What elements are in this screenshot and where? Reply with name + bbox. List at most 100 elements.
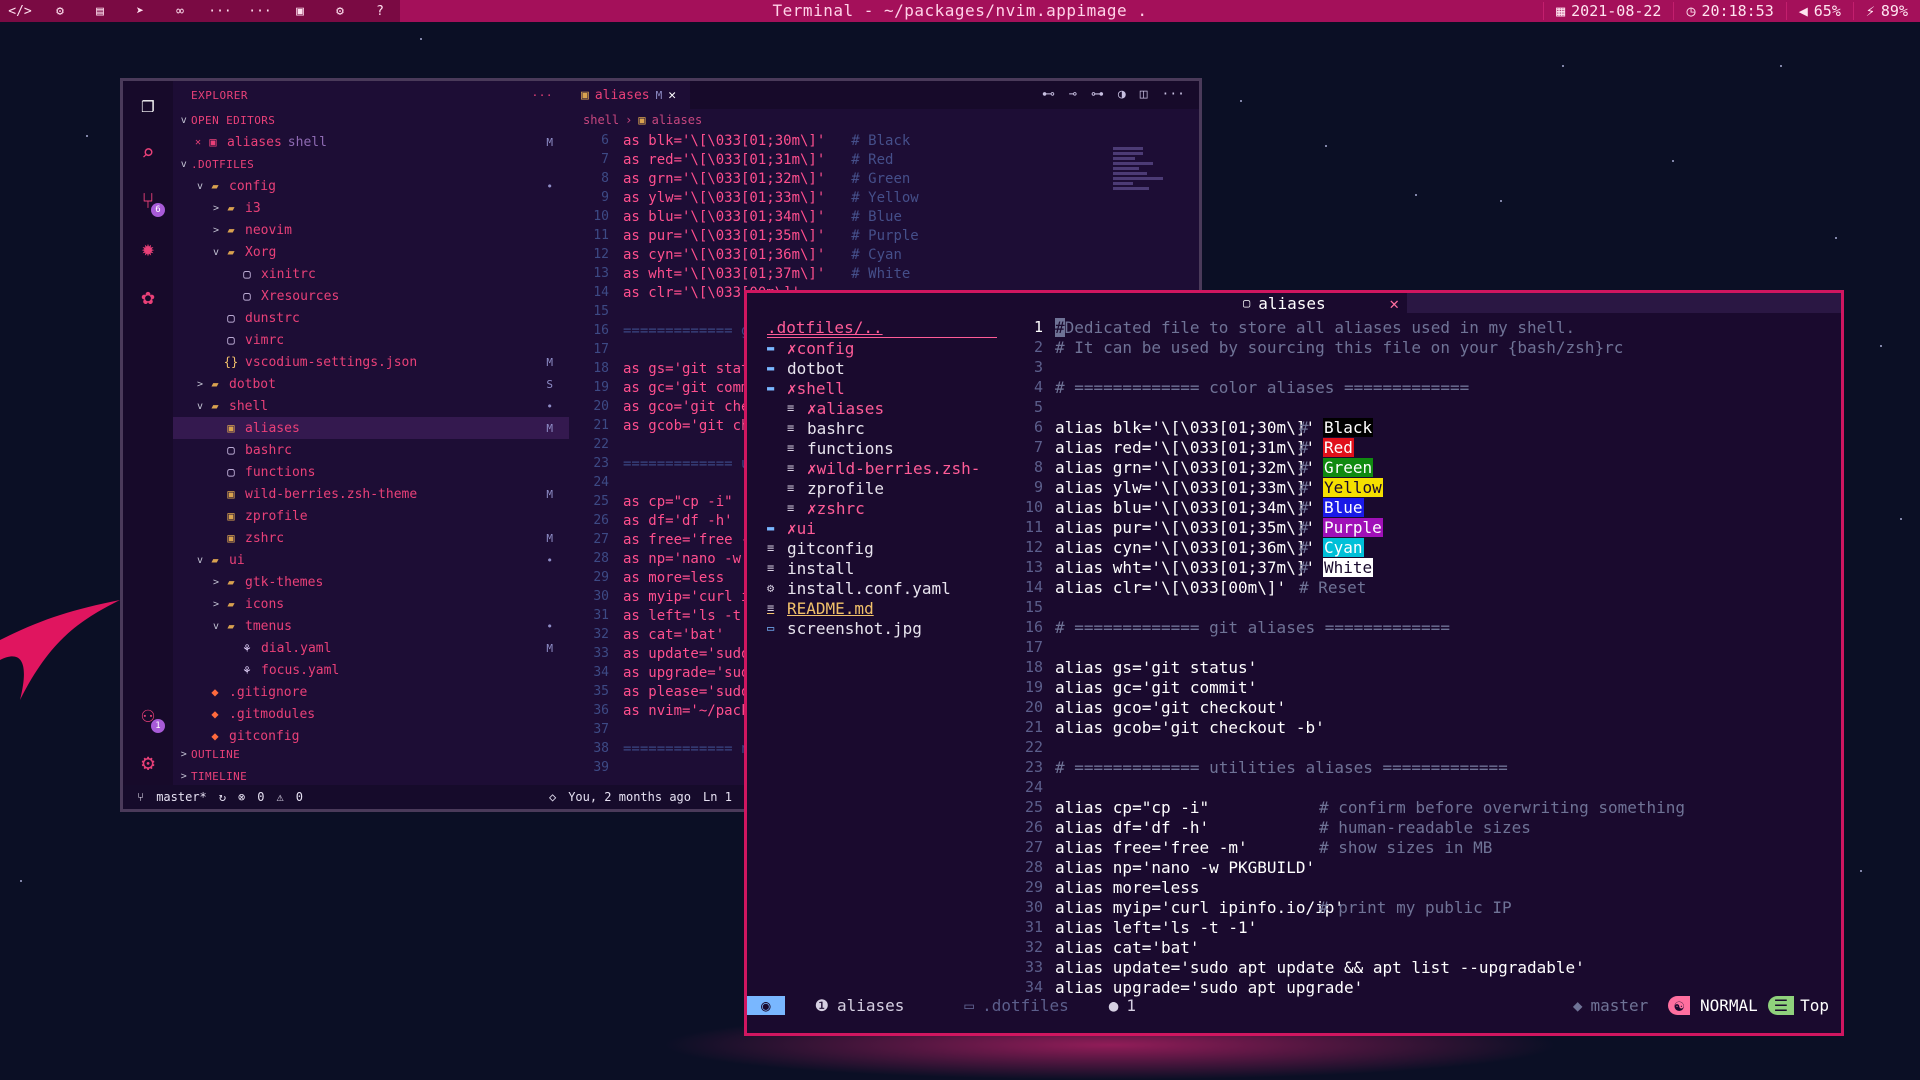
minimap[interactable]: [1113, 147, 1169, 227]
nvim-line: 23 # ============= utilities aliases ====…: [1023, 757, 1823, 777]
split-editor-icon[interactable]: ◫: [1140, 87, 1148, 102]
tree-item-vscodium-settings-json[interactable]: {} vscodium-settings.json M: [173, 351, 569, 373]
nvim-line: 14 alias clr='\[\033[00m\]' # Reset: [1023, 577, 1823, 597]
open-editor-aliases[interactable]: ✕ ▣ aliases shell M: [173, 131, 569, 153]
nvim-tree-item-config[interactable]: ▬ ✗ config: [767, 338, 1007, 358]
manage-gear-icon[interactable]: ⚙: [133, 749, 163, 779]
tree-item-functions[interactable]: ▢ functions: [173, 461, 569, 483]
window-icon[interactable]: ▣: [280, 4, 320, 19]
explorer-title: EXPLORER: [191, 88, 248, 102]
tree-item-neovim[interactable]: > ▰ neovim: [173, 219, 569, 241]
sync-icon[interactable]: ↻: [219, 790, 226, 804]
comment-hash: #: [1299, 437, 1309, 457]
status-warnings[interactable]: 0: [296, 790, 303, 804]
send-icon[interactable]: ➤: [120, 4, 160, 19]
dotfiles-section[interactable]: v .DOTFILES: [173, 153, 569, 175]
volume-widget[interactable]: ◀ 65%: [1785, 2, 1853, 20]
status-line[interactable]: Ln 1: [703, 790, 732, 804]
outline-section[interactable]: > OUTLINE: [173, 743, 569, 765]
open-changes-icon[interactable]: ◑: [1118, 87, 1126, 102]
git-prev-icon[interactable]: ⊸: [1069, 87, 1077, 102]
nvim-tree-item-install[interactable]: ≡ install: [767, 558, 1007, 578]
dots-icon[interactable]: ···: [240, 4, 280, 19]
status-blame[interactable]: You, 2 months ago: [568, 790, 691, 804]
nvim-tree-item-install-conf-yaml[interactable]: ⚙ install.conf.yaml: [767, 578, 1007, 598]
nvim-tab-aliases[interactable]: ▢ aliases ✕: [1227, 293, 1407, 313]
tree-root[interactable]: .dotfiles/..: [767, 317, 997, 338]
close-icon[interactable]: ✕: [1389, 294, 1399, 313]
git-next-icon[interactable]: ⊶: [1091, 87, 1104, 102]
gear-icon[interactable]: ⚙: [40, 4, 80, 19]
tree-item-icons[interactable]: > ▰ icons: [173, 593, 569, 615]
breadcrumb-aliases[interactable]: aliases: [652, 113, 703, 127]
tree-item-config[interactable]: v ▰ config •: [173, 175, 569, 197]
tree-item-shell[interactable]: v ▰ shell •: [173, 395, 569, 417]
more-actions-icon[interactable]: ···: [532, 89, 553, 102]
debug-icon[interactable]: ✹: [133, 235, 163, 265]
code-text: alias clr='\[\033[00m\]': [1055, 577, 1287, 597]
tree-item-ui[interactable]: v ▰ ui •: [173, 549, 569, 571]
tree-item-dial-yaml[interactable]: ⚘ dial.yaml M: [173, 637, 569, 659]
tree-item-zprofile[interactable]: ▣ zprofile: [173, 505, 569, 527]
speaker-icon: ◀: [1798, 2, 1808, 20]
nvim-tree-item-dotbot[interactable]: ▬ dotbot: [767, 358, 1007, 378]
help-icon[interactable]: ?: [360, 4, 400, 19]
book-icon[interactable]: ▤: [80, 4, 120, 19]
close-icon[interactable]: ✕: [668, 88, 676, 103]
nvim-tree-item-zshrc[interactable]: ≡ ✗ zshrc: [767, 498, 1007, 518]
close-icon[interactable]: ✕: [191, 137, 205, 148]
tree-item-zshrc[interactable]: ▣ zshrc M: [173, 527, 569, 549]
tree-item-label: wild-berries.zsh-theme: [245, 486, 418, 502]
search-icon[interactable]: ⌕: [133, 139, 163, 169]
nvim-tree-item-screenshot-jpg[interactable]: ▭ screenshot.jpg: [767, 618, 1007, 638]
status-errors[interactable]: 0: [257, 790, 264, 804]
settings-icon[interactable]: ⚙: [320, 4, 360, 19]
status-branch[interactable]: master*: [156, 790, 207, 804]
battery-widget[interactable]: ⚡ 89%: [1852, 2, 1920, 20]
cursor: #: [1055, 317, 1065, 337]
nvim-tree-item-readme-md[interactable]: ≡ README.md: [767, 598, 1007, 618]
tree-item-gtk-themes[interactable]: > ▰ gtk-themes: [173, 571, 569, 593]
tree-item-dotbot[interactable]: > ▰ dotbot S: [173, 373, 569, 395]
tree-item-xresources[interactable]: ▢ Xresources: [173, 285, 569, 307]
nvim-tree-label: functions: [807, 438, 894, 458]
tree-item-focus-yaml[interactable]: ⚘ focus.yaml: [173, 659, 569, 681]
breadcrumb-shell[interactable]: shell: [583, 113, 619, 127]
line-number: 2: [1033, 338, 1043, 356]
git-compare-icon[interactable]: ⊷: [1042, 87, 1055, 102]
tree-item-label: Xorg: [245, 244, 277, 260]
open-editors-section[interactable]: v OPEN EDITORS: [173, 109, 569, 131]
nvim-tree-item-aliases[interactable]: ≡ ✗ aliases: [767, 398, 1007, 418]
clock-widget[interactable]: ◷ 20:18:53: [1673, 2, 1785, 20]
tree-item--gitmodules[interactable]: ◆ .gitmodules: [173, 703, 569, 725]
tab-aliases[interactable]: ▣ aliases M ✕: [569, 81, 691, 109]
nvim-line: 33 alias update='sudo apt update && apt l…: [1023, 957, 1823, 977]
nvim-tree-item-bashrc[interactable]: ≡ bashrc: [767, 418, 1007, 438]
dots-icon[interactable]: ···: [200, 4, 240, 19]
tree-item-tmenus[interactable]: v ▰ tmenus •: [173, 615, 569, 637]
more-actions-icon[interactable]: ···: [1162, 87, 1185, 102]
tree-item-vimrc[interactable]: ▢ vimrc: [173, 329, 569, 351]
glasses-icon[interactable]: ∞: [160, 4, 200, 19]
nvim-tree-item-gitconfig[interactable]: ≡ gitconfig: [767, 538, 1007, 558]
tree-item-aliases[interactable]: ▣ aliases M: [173, 417, 569, 439]
nvim-tree-item-ui[interactable]: ▬ ✗ ui: [767, 518, 1007, 538]
tree-item-xorg[interactable]: v ▰ Xorg: [173, 241, 569, 263]
explorer-icon[interactable]: ❐: [133, 91, 163, 121]
date-widget[interactable]: ▦ 2021-08-22: [1543, 2, 1673, 20]
nvim-tree-item-functions[interactable]: ≡ functions: [767, 438, 1007, 458]
timeline-section[interactable]: > TIMELINE: [173, 765, 569, 787]
nvim-tree-item-shell[interactable]: ▬ ✗ shell: [767, 378, 1007, 398]
nvim-tree-item-zprofile[interactable]: ≡ zprofile: [767, 478, 1007, 498]
tree-item-bashrc[interactable]: ▢ bashrc: [173, 439, 569, 461]
code-icon[interactable]: </>: [0, 4, 40, 19]
tree-item-xinitrc[interactable]: ▢ xinitrc: [173, 263, 569, 285]
tree-item-dunstrc[interactable]: ▢ dunstrc: [173, 307, 569, 329]
status-position: Top: [1800, 995, 1829, 1015]
nvim-tree-item-wild-berries-zsh-[interactable]: ≡ ✗ wild-berries.zsh-: [767, 458, 1007, 478]
tree-item-i3[interactable]: > ▰ i3: [173, 197, 569, 219]
nvim-buffer[interactable]: 1 # Dedicated file to store all aliases u…: [1023, 317, 1823, 997]
extensions-icon[interactable]: ✿: [133, 283, 163, 313]
tree-item-wild-berries-zsh-theme[interactable]: ▣ wild-berries.zsh-theme M: [173, 483, 569, 505]
tree-item--gitignore[interactable]: ◆ .gitignore: [173, 681, 569, 703]
